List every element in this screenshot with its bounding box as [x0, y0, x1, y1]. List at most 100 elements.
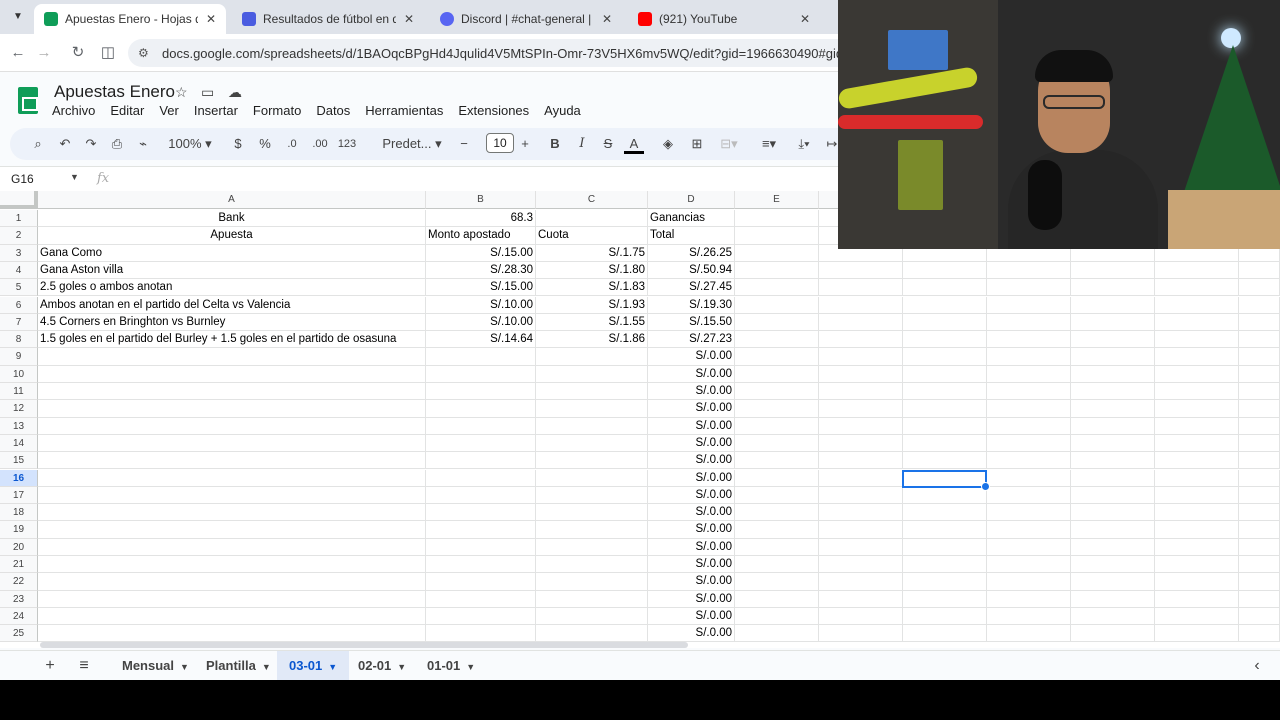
cell-g11[interactable]	[903, 383, 987, 401]
cell-g13[interactable]	[903, 417, 987, 435]
cell-e11[interactable]	[735, 383, 819, 401]
cell-g8[interactable]	[903, 331, 987, 349]
cell-e15[interactable]	[735, 452, 819, 470]
zoom-select[interactable]: 100% ▾	[160, 134, 220, 154]
browser-tab-youtube[interactable]: (921) YouTube ✕	[628, 4, 820, 34]
cell-b10[interactable]	[426, 365, 536, 383]
cell-k20[interactable]	[1239, 538, 1280, 556]
cell-f16[interactable]	[819, 469, 903, 487]
cell-d6[interactable]: S/.19.30	[648, 296, 735, 314]
cell-h4[interactable]	[987, 261, 1071, 280]
cell-f11[interactable]	[819, 383, 903, 401]
row-header[interactable]: 10	[0, 365, 38, 383]
cell-e19[interactable]	[735, 521, 819, 539]
close-tab-icon[interactable]: ✕	[206, 12, 216, 26]
cell-b6[interactable]: S/.10.00	[426, 296, 536, 314]
cell-f20[interactable]	[819, 538, 903, 556]
cell-d19[interactable]: S/.0.00	[648, 521, 735, 539]
row-header[interactable]: 17	[0, 486, 38, 505]
cell-a6[interactable]: Ambos anotan en el partido del Celta vs …	[38, 296, 426, 314]
cell-e10[interactable]	[735, 365, 819, 383]
forward-icon[interactable]: →	[34, 43, 54, 63]
cell-c4[interactable]: S/.1.80	[536, 261, 648, 280]
cell-h6[interactable]	[987, 296, 1071, 314]
cell-i5[interactable]	[1071, 279, 1155, 297]
print-icon[interactable]: ⎙	[107, 134, 127, 154]
menu-formato[interactable]: Formato	[253, 103, 301, 118]
text-color-button[interactable]: A	[624, 134, 644, 154]
cell-h13[interactable]	[987, 417, 1071, 435]
cell-k7[interactable]	[1239, 313, 1280, 332]
cell-c16[interactable]	[536, 469, 648, 487]
cell-g6[interactable]	[903, 296, 987, 314]
row-header[interactable]: 16	[0, 469, 38, 487]
cell-b20[interactable]	[426, 538, 536, 556]
cell-k25[interactable]	[1239, 625, 1280, 642]
cell-j9[interactable]	[1155, 348, 1239, 366]
cell-j15[interactable]	[1155, 452, 1239, 470]
cell-j25[interactable]	[1155, 625, 1239, 642]
cell-b18[interactable]	[426, 504, 536, 522]
cell-c6[interactable]: S/.1.93	[536, 296, 648, 314]
cell-b1[interactable]: 68.3	[426, 210, 536, 228]
cell-g17[interactable]	[903, 486, 987, 505]
cell-f4[interactable]	[819, 261, 903, 280]
sheet-tab-dropdown-icon[interactable]: ▼	[466, 662, 475, 672]
cell-j6[interactable]	[1155, 296, 1239, 314]
cell-g25[interactable]	[903, 625, 987, 642]
undo-icon[interactable]: ↶	[55, 134, 75, 154]
cell-h21[interactable]	[987, 556, 1071, 574]
star-icon[interactable]: ☆	[175, 84, 188, 101]
cell-k8[interactable]	[1239, 331, 1280, 349]
cell-f19[interactable]	[819, 521, 903, 539]
font-select[interactable]: Predet... ▾	[372, 134, 452, 154]
cell-b15[interactable]	[426, 452, 536, 470]
menu-extensiones[interactable]: Extensiones	[458, 103, 529, 118]
cell-d4[interactable]: S/.50.94	[648, 261, 735, 280]
close-tab-icon[interactable]: ✕	[602, 12, 612, 26]
cell-b24[interactable]	[426, 607, 536, 626]
cell-j11[interactable]	[1155, 383, 1239, 401]
cell-j19[interactable]	[1155, 521, 1239, 539]
cell-a23[interactable]	[38, 590, 426, 608]
cell-j24[interactable]	[1155, 607, 1239, 626]
cell-a17[interactable]	[38, 486, 426, 505]
cell-b14[interactable]	[426, 434, 536, 453]
row-header[interactable]: 24	[0, 607, 38, 626]
cell-g21[interactable]	[903, 556, 987, 574]
cell-e22[interactable]	[735, 573, 819, 591]
cell-h19[interactable]	[987, 521, 1071, 539]
cell-d8[interactable]: S/.27.23	[648, 331, 735, 349]
cell-a19[interactable]	[38, 521, 426, 539]
bold-button[interactable]: B	[545, 134, 565, 154]
row-header[interactable]: 3	[0, 244, 38, 262]
cell-g10[interactable]	[903, 365, 987, 383]
cell-d12[interactable]: S/.0.00	[648, 400, 735, 418]
cell-d7[interactable]: S/.15.50	[648, 313, 735, 332]
cell-g4[interactable]	[903, 261, 987, 280]
cell-e4[interactable]	[735, 261, 819, 280]
cell-i7[interactable]	[1071, 313, 1155, 332]
cell-f10[interactable]	[819, 365, 903, 383]
cell-j13[interactable]	[1155, 417, 1239, 435]
cell-d2[interactable]: Total	[648, 227, 735, 245]
cell-c10[interactable]	[536, 365, 648, 383]
cell-e14[interactable]	[735, 434, 819, 453]
cell-b17[interactable]	[426, 486, 536, 505]
cell-a18[interactable]	[38, 504, 426, 522]
cell-e23[interactable]	[735, 590, 819, 608]
row-header[interactable]: 18	[0, 504, 38, 522]
cell-e13[interactable]	[735, 417, 819, 435]
cell-i4[interactable]	[1071, 261, 1155, 280]
cell-i20[interactable]	[1071, 538, 1155, 556]
cell-i15[interactable]	[1071, 452, 1155, 470]
cell-h20[interactable]	[987, 538, 1071, 556]
scrollbar-thumb[interactable]	[40, 642, 688, 648]
cell-i25[interactable]	[1071, 625, 1155, 642]
sheet-tab-02-01[interactable]: 02-01 ▼	[346, 651, 418, 681]
move-folder-icon[interactable]: ▭	[201, 84, 214, 101]
name-box-dropdown-icon[interactable]: ▼	[70, 172, 79, 182]
cell-e7[interactable]	[735, 313, 819, 332]
reload-icon[interactable]: ↻	[68, 43, 88, 63]
fill-color-icon[interactable]: ◈	[658, 134, 678, 154]
